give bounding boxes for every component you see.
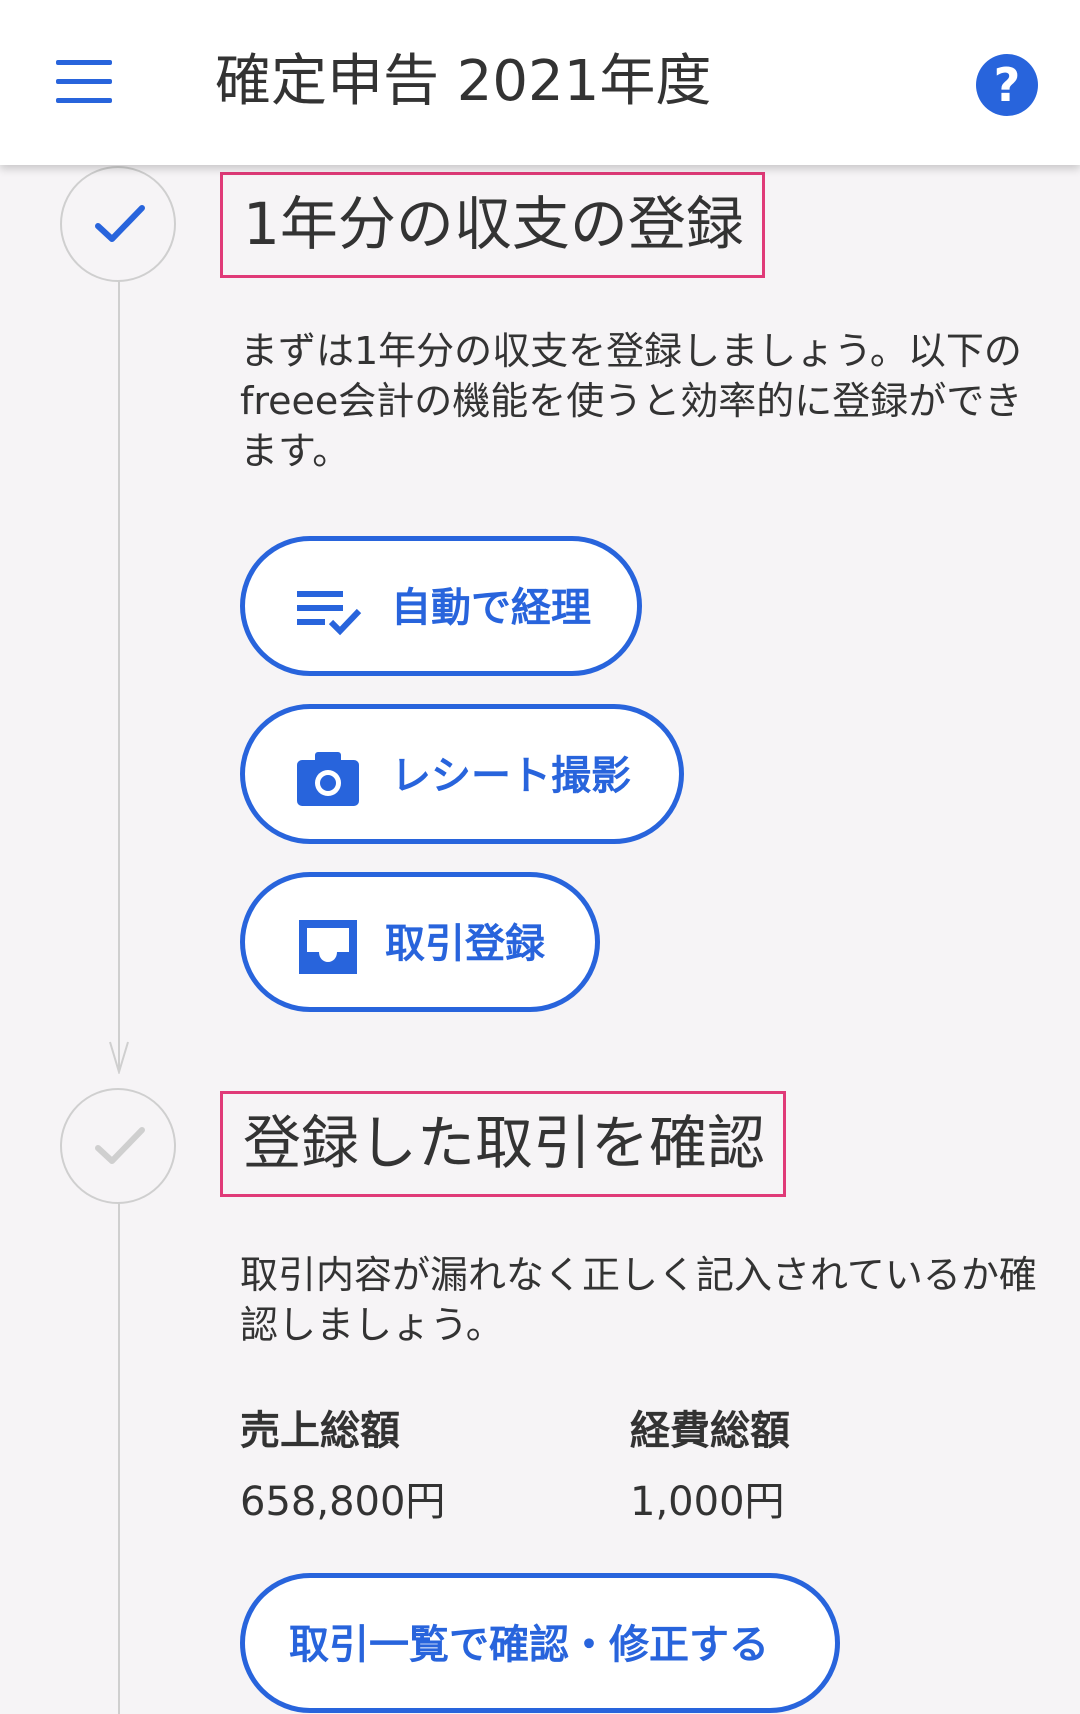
camera-icon (297, 752, 359, 806)
step-1-description: まずは1年分の収支を登録しましょう。以下のfreee会計の機能を使うと効率的に登… (240, 329, 1023, 473)
sales-total-label: 売上総額 (240, 1408, 400, 1454)
app-bar: 確定申告 2021年度 ? (0, 0, 1080, 165)
step-1-status-circle (60, 166, 176, 282)
sales-total-value: 658,800円 (240, 1479, 446, 1525)
receipt-photo-button[interactable]: レシート撮影 (240, 704, 684, 844)
inbox-icon (299, 920, 357, 974)
timeline-line (118, 1200, 120, 1714)
register-transaction-button[interactable]: 取引登録 (240, 872, 600, 1012)
step-2-description: 取引内容が漏れなく正しく記入されているか確認しましょう。 (240, 1253, 1037, 1347)
register-transaction-button-label: 取引登録 (385, 921, 545, 967)
step-1-title: 1年分の収支の登録 (220, 172, 765, 278)
playlist-check-icon (297, 591, 362, 636)
step-2-status-circle (60, 1088, 176, 1204)
menu-icon[interactable] (52, 58, 116, 106)
check-icon (95, 205, 145, 242)
timeline-arrow-icon (109, 1041, 129, 1074)
expense-total-label: 経費総額 (630, 1408, 790, 1454)
expense-total-value: 1,000円 (630, 1479, 785, 1525)
receipt-photo-button-label: レシート撮影 (391, 753, 631, 799)
help-icon[interactable]: ? (976, 54, 1038, 116)
page-title: 確定申告 2021年度 (215, 49, 712, 114)
review-transactions-button[interactable]: 取引一覧で確認・修正する (240, 1573, 840, 1713)
step-2-title: 登録した取引を確認 (220, 1091, 787, 1197)
timeline-line (118, 280, 120, 1070)
auto-accounting-button[interactable]: 自動で経理 (240, 536, 642, 676)
auto-accounting-button-label: 自動で経理 (391, 585, 591, 631)
check-icon (95, 1127, 145, 1164)
review-transactions-button-label: 取引一覧で確認・修正する (289, 1622, 769, 1668)
